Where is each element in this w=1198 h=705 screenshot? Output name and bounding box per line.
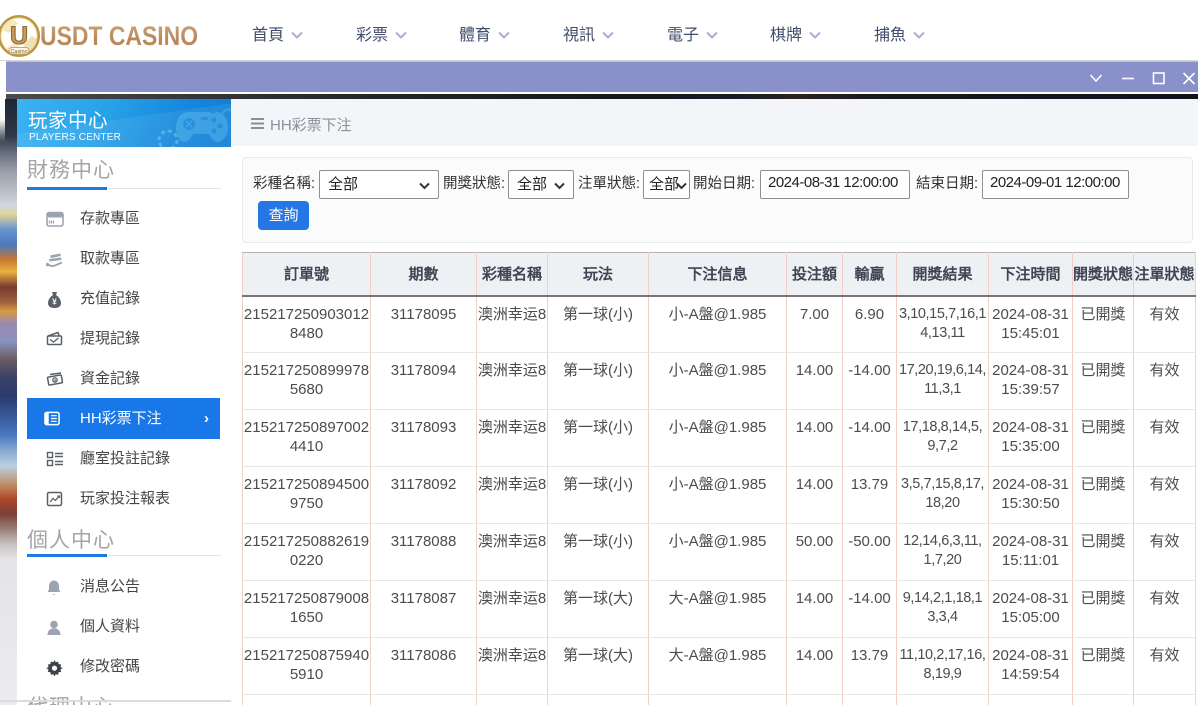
- svg-text:Casino: Casino: [10, 49, 27, 55]
- svg-text:U: U: [10, 22, 28, 50]
- svg-text:¥: ¥: [52, 298, 57, 307]
